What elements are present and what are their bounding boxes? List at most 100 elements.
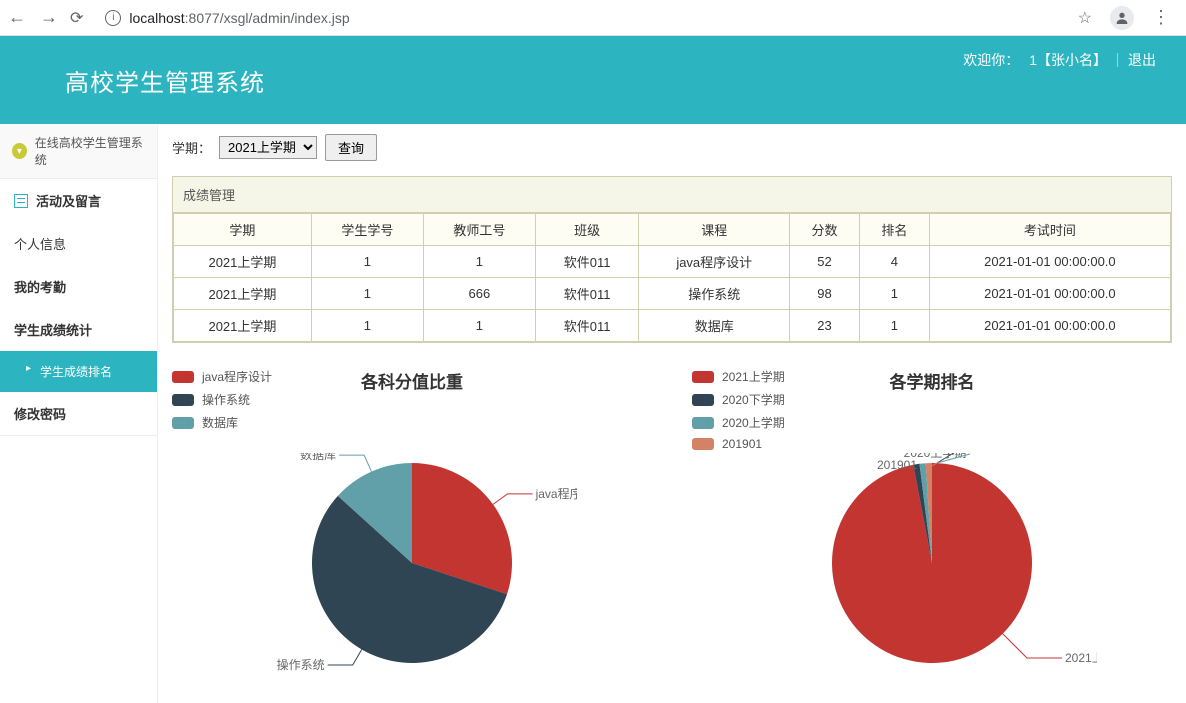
bookmark-icon[interactable]: ☆: [1078, 8, 1092, 28]
table-header: 课程: [639, 214, 790, 246]
svg-text:java程序设计: java程序设计: [535, 486, 577, 501]
legend-item[interactable]: 数据库: [172, 414, 272, 431]
table-header: 排名: [859, 214, 929, 246]
table-cell: 1: [311, 310, 423, 342]
sidebar-item-attendance[interactable]: 我的考勤: [0, 265, 157, 308]
table-cell: 2021-01-01 00:00:00.0: [929, 310, 1170, 342]
sidebar-system-label: 在线高校学生管理系统: [35, 134, 145, 168]
list-icon: [14, 194, 28, 208]
table-cell: 1: [859, 310, 929, 342]
legend-item[interactable]: 2020上学期: [692, 414, 785, 431]
table-cell: 2021上学期: [174, 310, 312, 342]
pie-chart: 2020下学期2020上学期2019012021上学期: [767, 453, 1097, 693]
legend-swatch: [692, 394, 714, 406]
legend-label: 操作系统: [202, 391, 250, 408]
sidebar-item-stats[interactable]: 学生成绩统计: [0, 308, 157, 351]
legend-swatch: [172, 417, 194, 429]
table-cell: 软件011: [535, 278, 638, 310]
table-cell: 软件011: [535, 246, 638, 278]
table-cell: 1: [859, 278, 929, 310]
legend-swatch: [172, 371, 194, 383]
sidebar-header[interactable]: ▾ 在线高校学生管理系统: [0, 124, 157, 179]
svg-text:2021上学期: 2021上学期: [1065, 650, 1097, 665]
legend-item[interactable]: 2020下学期: [692, 391, 785, 408]
grades-table: 学期学生学号教师工号班级课程分数排名考试时间 2021上学期11软件011jav…: [173, 213, 1171, 342]
filter-row: 学期： 2021上学期 查询: [172, 134, 1172, 161]
table-cell: 1: [423, 246, 535, 278]
legend-item[interactable]: java程序设计: [172, 368, 272, 385]
browser-right: ☆ ⋮: [1078, 6, 1178, 30]
sidebar-activity[interactable]: 活动及留言: [0, 179, 157, 222]
profile-icon[interactable]: [1110, 6, 1134, 30]
sidebar-item-profile[interactable]: 个人信息: [0, 222, 157, 265]
legend-label: 2021上学期: [722, 368, 785, 385]
main-content: 学期： 2021上学期 查询 成绩管理 学期学生学号教师工号班级课程分数排名考试…: [158, 124, 1186, 703]
table-cell: 2021-01-01 00:00:00.0: [929, 278, 1170, 310]
table-header: 教师工号: [423, 214, 535, 246]
legend-item[interactable]: 2021上学期: [692, 368, 785, 385]
table-cell: 数据库: [639, 310, 790, 342]
url-text: localhost:8077/xsgl/admin/index.jsp: [129, 10, 349, 26]
table-cell: 2021上学期: [174, 246, 312, 278]
svg-text:201901: 201901: [877, 458, 917, 472]
back-icon[interactable]: ←: [8, 7, 26, 28]
table-header: 学生学号: [311, 214, 423, 246]
app-banner: 高校学生管理系统 欢迎你： 1【张小名】 退出: [0, 36, 1186, 124]
table-cell: 2021-01-01 00:00:00.0: [929, 246, 1170, 278]
table-cell: 1: [311, 278, 423, 310]
legend-swatch: [692, 371, 714, 383]
table-header: 学期: [174, 214, 312, 246]
collapse-icon[interactable]: ▾: [12, 143, 27, 159]
table-cell: 98: [790, 278, 860, 310]
semester-select[interactable]: 2021上学期: [219, 136, 317, 159]
sidebar: ▾ 在线高校学生管理系统 活动及留言 个人信息 我的考勤 学生成绩统计 学生成绩…: [0, 124, 158, 703]
sidebar-item-password[interactable]: 修改密码: [0, 392, 157, 435]
table-cell: 1: [311, 246, 423, 278]
svg-text:数据库: 数据库: [300, 453, 336, 462]
chart-legend: java程序设计操作系统数据库: [172, 368, 272, 437]
sidebar-item-ranking[interactable]: 学生成绩排名: [0, 351, 157, 392]
user-area: 欢迎你： 1【张小名】 退出: [963, 50, 1156, 70]
menu-icon[interactable]: ⋮: [1152, 7, 1170, 28]
legend-swatch: [692, 417, 714, 429]
semester-label: 学期：: [172, 138, 211, 157]
table-row: 2021上学期11软件011java程序设计5242021-01-01 00:0…: [174, 246, 1171, 278]
table-cell: 软件011: [535, 310, 638, 342]
legend-label: 2020上学期: [722, 414, 785, 431]
app-title: 高校学生管理系统: [65, 63, 265, 98]
legend-item[interactable]: 201901: [692, 437, 785, 451]
logout-link[interactable]: 退出: [1128, 50, 1156, 70]
table-header: 分数: [790, 214, 860, 246]
svg-text:操作系统: 操作系统: [277, 657, 325, 672]
charts-area: java程序设计操作系统数据库 各科分值比重 java程序设计操作系统数据库 2…: [172, 368, 1172, 693]
sidebar-activity-label: 活动及留言: [36, 191, 101, 210]
legend-label: 2020下学期: [722, 391, 785, 408]
subject-score-chart: java程序设计操作系统数据库 各科分值比重 java程序设计操作系统数据库: [172, 368, 652, 693]
user-link[interactable]: 1【张小名】: [1029, 50, 1107, 70]
table-row: 2021上学期11软件011数据库2312021-01-01 00:00:00.…: [174, 310, 1171, 342]
divider: [1117, 53, 1118, 67]
table-cell: 操作系统: [639, 278, 790, 310]
table-cell: 4: [859, 246, 929, 278]
query-button[interactable]: 查询: [325, 134, 377, 161]
url-bar[interactable]: i localhost:8077/xsgl/admin/index.jsp: [95, 6, 1065, 30]
semester-rank-chart: 2021上学期2020下学期2020上学期201901 各学期排名 2020下学…: [692, 368, 1172, 693]
table-cell: 52: [790, 246, 860, 278]
grades-table-wrap: 成绩管理 学期学生学号教师工号班级课程分数排名考试时间 2021上学期11软件0…: [172, 176, 1172, 343]
legend-swatch: [692, 438, 714, 450]
table-cell: 23: [790, 310, 860, 342]
table-header: 考试时间: [929, 214, 1170, 246]
reload-icon[interactable]: ⟳: [70, 8, 83, 28]
table-row: 2021上学期1666软件011操作系统9812021-01-01 00:00:…: [174, 278, 1171, 310]
info-icon[interactable]: i: [105, 10, 121, 26]
browser-toolbar: ← → ⟳ i localhost:8077/xsgl/admin/index.…: [0, 0, 1186, 36]
forward-icon[interactable]: →: [40, 7, 58, 28]
legend-item[interactable]: 操作系统: [172, 391, 272, 408]
legend-label: 数据库: [202, 414, 238, 431]
pie-chart: java程序设计操作系统 数据库: [247, 453, 577, 693]
table-cell: 666: [423, 278, 535, 310]
table-cell: 1: [423, 310, 535, 342]
nav-arrows: ← →: [8, 7, 58, 28]
table-cell: java程序设计: [639, 246, 790, 278]
welcome-label: 欢迎你：: [963, 50, 1019, 70]
